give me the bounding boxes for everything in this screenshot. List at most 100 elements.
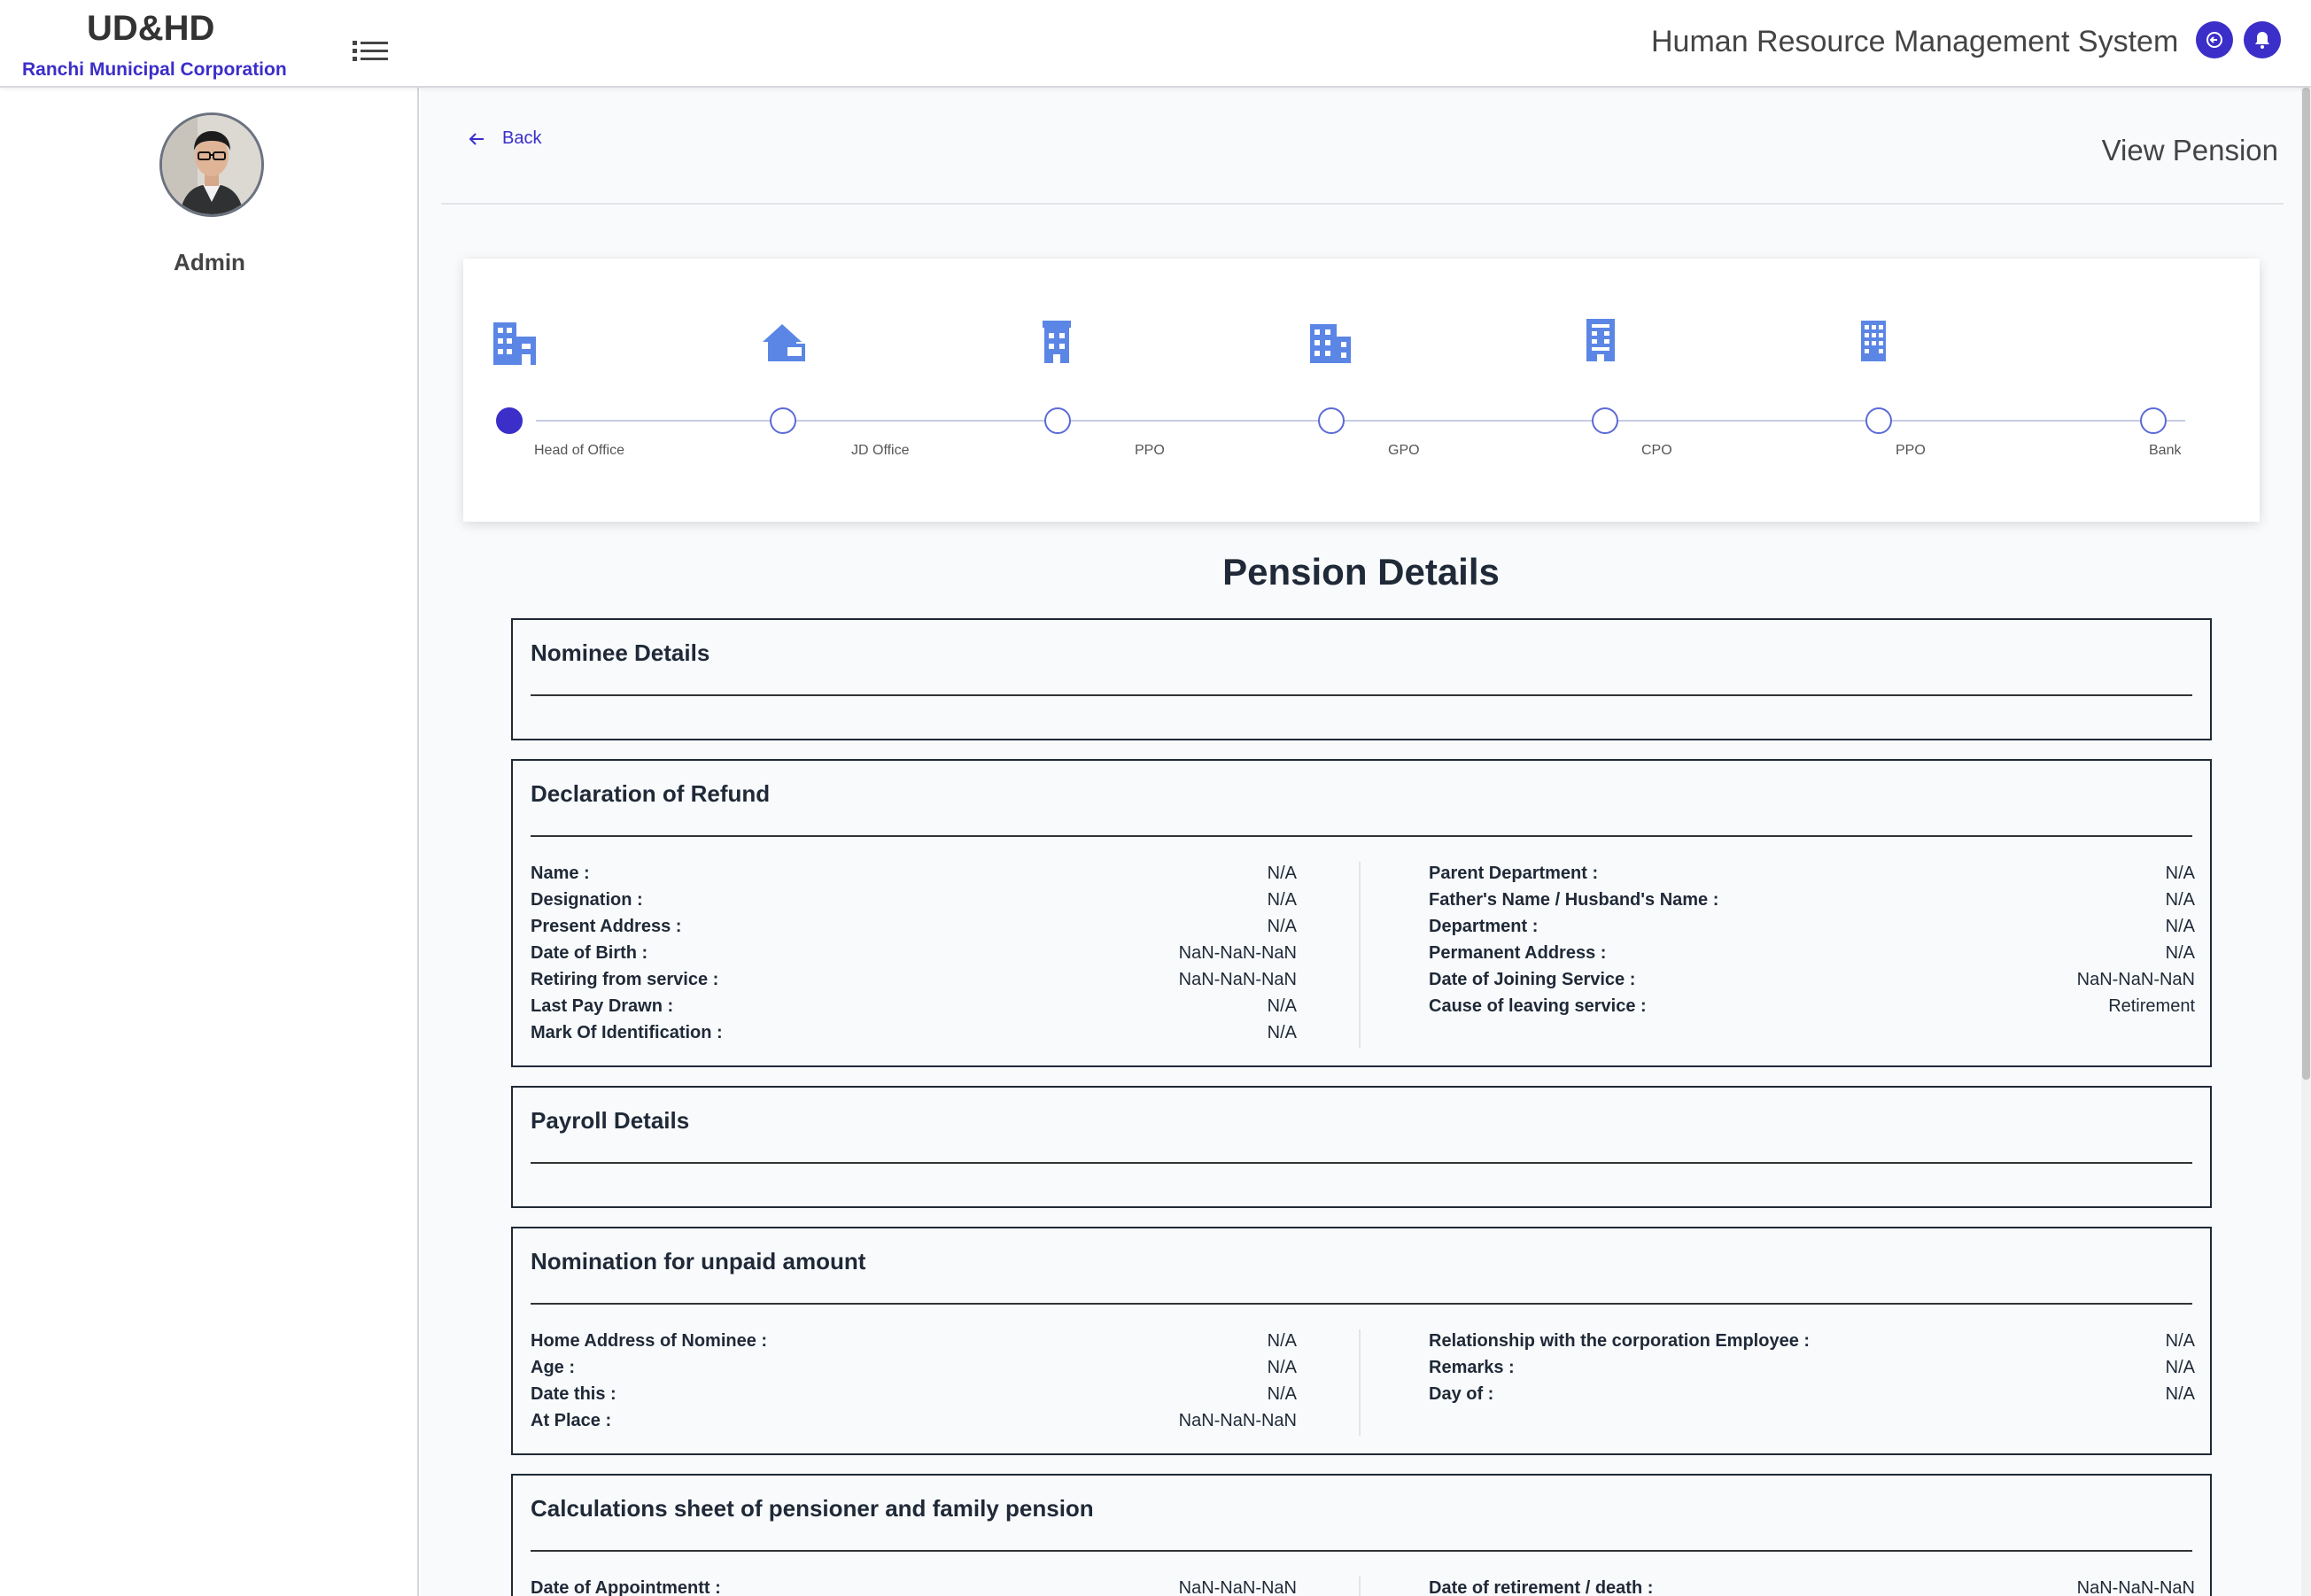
- detail-row: Name : N/A: [531, 860, 1297, 887]
- brand-subtitle: Ranchi Municipal Corporation: [22, 59, 287, 80]
- step-label-bank: Bank: [2149, 443, 2182, 458]
- building-icon: [1032, 317, 1082, 367]
- detail-value: N/A: [2165, 1357, 2195, 1377]
- detail-key: Present Address :: [531, 916, 682, 936]
- detail-row: Department : N/A: [1429, 913, 2195, 940]
- step-dot-bank[interactable]: [2140, 407, 2167, 434]
- box-title: Declaration of Refund: [531, 780, 771, 807]
- detail-row: Mark Of Identification : N/A: [531, 1019, 1297, 1046]
- bell-icon[interactable]: [2244, 21, 2281, 58]
- nomination-unpaid-amount-box: Nomination for unpaid amount Home Addres…: [511, 1227, 2212, 1455]
- step-label-gpo: GPO: [1388, 443, 1420, 458]
- detail-value: N/A: [1267, 1383, 1297, 1404]
- step-dot-ppo-2[interactable]: [1865, 407, 1892, 434]
- detail-column-left: Name : N/A Designation : N/A Present Addre…: [531, 860, 1297, 1046]
- detail-value: N/A: [1267, 1330, 1297, 1351]
- apartment-icon: [1305, 317, 1354, 367]
- box-divider: [531, 1303, 2192, 1305]
- list-icon[interactable]: [353, 39, 388, 67]
- detail-column-left: Home Address of Nominee : N/A Age : N/A Da…: [531, 1328, 1297, 1434]
- detail-key: At Place :: [531, 1410, 612, 1430]
- scrollbar[interactable]: [2301, 88, 2311, 1596]
- detail-key: Age :: [531, 1357, 575, 1377]
- detail-key: Home Address of Nominee :: [531, 1330, 768, 1351]
- column-divider: [1359, 1577, 1361, 1596]
- detail-key: Relationship with the corporation Employ…: [1429, 1330, 1811, 1351]
- step-label-ppo-2: PPO: [1896, 443, 1926, 458]
- app-title: Human Resource Management System: [1651, 25, 2179, 58]
- step-dot-head-of-office[interactable]: [496, 407, 523, 434]
- detail-row: Age : N/A: [531, 1354, 1297, 1381]
- step-dot-ppo[interactable]: [1044, 407, 1071, 434]
- detail-row: Date of Joining Service : NaN-NaN-NaN: [1429, 966, 2195, 993]
- detail-value: N/A: [2165, 1330, 2195, 1351]
- box-title: Calculations sheet of pensioner and fami…: [531, 1495, 1094, 1522]
- nominee-details-box: Nominee Details: [511, 618, 2212, 740]
- tower-icon: [1576, 315, 1625, 365]
- detail-key: Permanent Address :: [1429, 942, 1607, 963]
- step-label-cpo: CPO: [1641, 443, 1672, 458]
- step-dot-jd-office[interactable]: [770, 407, 796, 434]
- detail-key: Remarks :: [1429, 1357, 1515, 1377]
- detail-row: Day of : N/A: [1429, 1381, 2195, 1407]
- detail-value: Retirement: [2108, 996, 2195, 1016]
- box-divider: [531, 1162, 2192, 1164]
- detail-row: Date this : N/A: [531, 1381, 1297, 1407]
- column-divider: [1359, 1329, 1361, 1436]
- detail-key: Father's Name / Husband's Name :: [1429, 889, 1719, 910]
- box-divider: [531, 694, 2192, 696]
- detail-column-right: Date of retirement / death : NaN-NaN-NaN: [1429, 1575, 2195, 1596]
- detail-value: N/A: [2165, 942, 2195, 963]
- detail-value: N/A: [1267, 1357, 1297, 1377]
- page-heading: View Pension: [2101, 134, 2278, 167]
- detail-row: Remarks : N/A: [1429, 1354, 2195, 1381]
- detail-column-right: Relationship with the corporation Employ…: [1429, 1328, 2195, 1407]
- detail-value: NaN-NaN-NaN: [1178, 969, 1297, 989]
- detail-key: Department :: [1429, 916, 1539, 936]
- brand-title: UD&HD: [87, 9, 215, 48]
- box-title: Payroll Details: [531, 1107, 690, 1134]
- detail-column-left: Date of Appointmentt : NaN-NaN-NaN: [531, 1575, 1297, 1596]
- detail-value: N/A: [2165, 889, 2195, 910]
- detail-key: Mark Of Identification :: [531, 1022, 723, 1042]
- box-divider: [531, 835, 2192, 837]
- detail-row: Last Pay Drawn : N/A: [531, 993, 1297, 1019]
- detail-key: Date of Joining Service :: [1429, 969, 1636, 989]
- detail-key: Date of retirement / death :: [1429, 1577, 1654, 1596]
- detail-row: Date of Appointmentt : NaN-NaN-NaN: [531, 1575, 1297, 1596]
- detail-value: NaN-NaN-NaN: [1178, 1410, 1297, 1430]
- detail-row: Date of Birth : NaN-NaN-NaN: [531, 940, 1297, 966]
- detail-value: NaN-NaN-NaN: [1178, 942, 1297, 963]
- avatar: [159, 112, 264, 217]
- step-dot-cpo[interactable]: [1592, 407, 1618, 434]
- detail-row: Parent Department : N/A: [1429, 860, 2195, 887]
- detail-value: N/A: [1267, 996, 1297, 1016]
- user-name: Admin: [174, 249, 245, 275]
- detail-value: NaN-NaN-NaN: [2076, 969, 2195, 989]
- step-label-head-of-office: Head of Office: [534, 443, 624, 458]
- detail-key: Last Pay Drawn :: [531, 996, 674, 1016]
- main-content: Back View Pension Head of Office JD Offi…: [421, 88, 2301, 1596]
- progress-tracker: Head of Office JD Office PPO GPO CPO PPO: [463, 259, 2260, 522]
- detail-value: N/A: [2165, 863, 2195, 883]
- detail-row: Date of retirement / death : NaN-NaN-NaN: [1429, 1575, 2195, 1596]
- detail-row: Designation : N/A: [531, 887, 1297, 913]
- box-divider: [531, 1550, 2192, 1552]
- detail-key: Day of :: [1429, 1383, 1494, 1404]
- back-button[interactable]: Back: [467, 128, 541, 149]
- detail-row: Father's Name / Husband's Name : N/A: [1429, 887, 2195, 913]
- scrollbar-thumb[interactable]: [2302, 88, 2310, 1080]
- detail-value: NaN-NaN-NaN: [1178, 1577, 1297, 1596]
- box-title: Nominee Details: [531, 639, 710, 666]
- top-header: UD&HD Ranchi Municipal Corporation Human…: [0, 0, 2311, 88]
- detail-value: N/A: [2165, 916, 2195, 936]
- declaration-of-refund-box: Declaration of Refund Name : N/A Designat…: [511, 759, 2212, 1067]
- detail-row: Present Address : N/A: [531, 913, 1297, 940]
- step-dot-gpo[interactable]: [1318, 407, 1345, 434]
- section-title: Pension Details: [1222, 551, 1500, 593]
- column-divider: [1359, 862, 1361, 1048]
- header-divider: [441, 203, 2284, 205]
- detail-row: At Place : NaN-NaN-NaN: [531, 1407, 1297, 1434]
- logout-icon[interactable]: [2196, 21, 2233, 58]
- detail-key: Date of Birth :: [531, 942, 648, 963]
